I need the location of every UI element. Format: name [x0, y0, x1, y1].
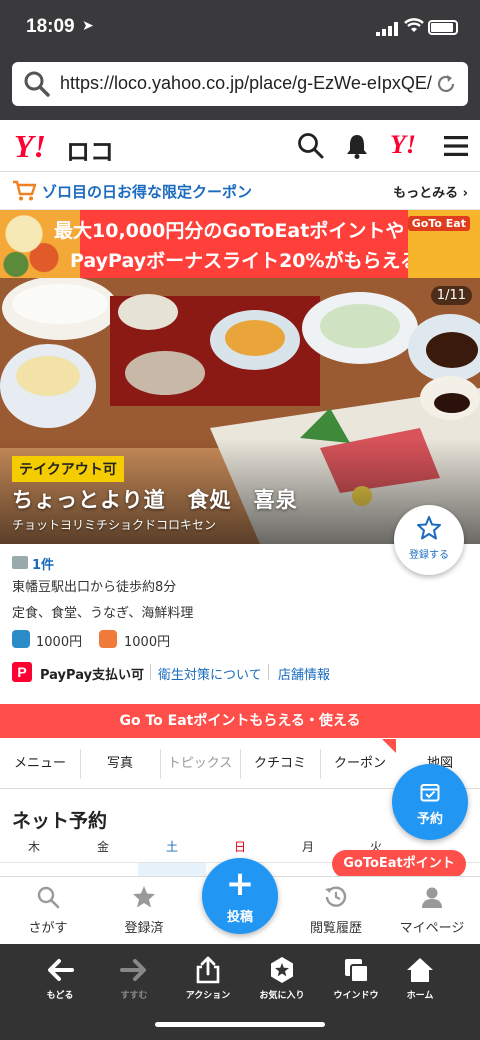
gotoeat-bar[interactable]: Go To Eatポイントもらえる・使える [0, 704, 480, 738]
nav-search[interactable]: さがす [0, 877, 96, 945]
toolbar-forward-label: すすむ [120, 991, 148, 1001]
saturday-column-highlight [138, 863, 206, 877]
url-text[interactable]: https://loco.yahoo.co.jp/place/g-EzWe-eI… [60, 73, 432, 94]
home-icon [407, 958, 433, 982]
nav-search-label: さがす [28, 921, 68, 936]
toolbar-back[interactable]: もどる [30, 954, 90, 1004]
tab-menu[interactable]: メニュー [0, 739, 80, 789]
coupon-more-link[interactable]: もっとみる › [393, 182, 468, 201]
site-header: Y! ロコ Y! [0, 120, 480, 172]
takeout-badge: テイクアウト可 [12, 456, 124, 482]
search-icon [24, 71, 50, 97]
star-icon [417, 516, 441, 540]
status-time: 18:09 [26, 16, 75, 37]
nav-mypage-label: マイページ [399, 921, 465, 936]
nav-mypage[interactable]: マイページ [384, 877, 480, 945]
tab-reviews[interactable]: クチコミ [240, 739, 320, 789]
shop-info-link[interactable]: 店舗情報 [278, 664, 330, 683]
tab-topics[interactable]: トピックス [160, 739, 240, 789]
shop-name-kana: チョットヨリミチショクドコロキセン [12, 518, 217, 532]
search-icon [37, 886, 60, 909]
nav-history-label: 閲覧履歴 [309, 921, 362, 936]
toolbar-action-label: アクション [185, 991, 231, 1001]
loco-logo-text[interactable]: ロコ [66, 132, 114, 167]
gotoeat-banner[interactable]: 最大10,000円分のGoToEatポイントや PayPayボーナスライト20%… [0, 210, 480, 278]
divider [268, 664, 269, 680]
wifi-icon [404, 18, 424, 32]
nav-saved[interactable]: 登録済 [96, 877, 192, 945]
signal-icon [376, 22, 398, 36]
home-indicator[interactable] [155, 1022, 325, 1027]
share-icon [196, 956, 220, 984]
toolbar-windows[interactable]: ウインドウ [326, 954, 386, 1004]
tab-corner-marker [382, 739, 396, 753]
nav-saved-label: 登録済 [124, 921, 164, 936]
status-bar: 18:09 ➤ [0, 0, 480, 56]
hygiene-link[interactable]: 衛生対策について [158, 664, 262, 683]
toolbar-windows-label: ウインドウ [333, 991, 379, 1001]
hero-photo[interactable]: 1/11 テイクアウト可 ちょっとより道 食処 喜泉 チョットヨリミチショクドコ… [0, 278, 480, 544]
user-icon [422, 887, 442, 908]
genre-text: 定食、食堂、うなぎ、海鮮料理 [12, 606, 194, 621]
browser-top-area: 18:09 ➤ https://loco.yahoo.co.jp/place/g… [0, 0, 480, 120]
day-label: 月 [301, 840, 314, 854]
cart-icon [13, 180, 36, 201]
divider [150, 664, 151, 680]
reserve-label: 予約 [416, 812, 443, 827]
coupon-strip[interactable]: ゾロ目の日お得な限定クーポン もっとみる › [0, 172, 480, 210]
toolbar-home-label: ホーム [406, 991, 434, 1001]
windows-icon [345, 959, 369, 983]
banner-line1: 最大10,000円分のGoToEatポイントや [54, 220, 405, 242]
plus-icon: + [225, 864, 255, 904]
star-icon [133, 886, 155, 908]
day-label-sunday: 日 [233, 840, 246, 854]
bell-icon[interactable] [343, 132, 371, 160]
back-arrow-icon [48, 959, 74, 981]
forward-arrow-icon [120, 959, 146, 981]
toolbar-home[interactable]: ホーム [390, 954, 450, 1004]
toolbar-bookmarks[interactable]: お気に入り [252, 954, 312, 1004]
search-icon[interactable] [297, 132, 325, 160]
post-button[interactable]: + 投稿 [202, 858, 278, 934]
banner-line2: PayPayボーナスライト20%がもらえる [70, 250, 419, 272]
lunch-price: 1000円 [124, 635, 171, 650]
url-bar[interactable]: https://loco.yahoo.co.jp/place/g-EzWe-eI… [12, 62, 468, 106]
reserve-button[interactable]: 予約 [392, 764, 468, 840]
battery-icon [428, 20, 458, 35]
toolbar-forward[interactable]: すすむ [104, 954, 164, 1004]
yahoo-japan-icon[interactable]: Y! [390, 130, 416, 160]
banner-gotoeat-badge: GoTo Eat [407, 216, 470, 231]
day-label: 金 [96, 840, 109, 854]
net-booking-title: ネット予約 [12, 810, 108, 832]
comment-icon [12, 556, 28, 569]
yahoo-logo[interactable]: Y! [14, 128, 46, 165]
paypay-label: PayPay支払い可 [40, 668, 145, 683]
menu-icon[interactable] [442, 132, 470, 160]
lunch-sun-icon [99, 630, 117, 648]
nav-history[interactable]: 閲覧履歴 [288, 877, 384, 945]
dinner-price: 1000円 [36, 635, 83, 650]
paypay-icon: P [12, 662, 32, 682]
toolbar-bookmarks-label: お気に入り [259, 991, 305, 1001]
shop-info: 1件 東幡豆駅出口から徒歩約8分 定食、食堂、うなぎ、海鮮料理 1000円 10… [0, 544, 480, 704]
toolbar-action[interactable]: アクション [178, 954, 238, 1004]
post-label: 投稿 [226, 910, 253, 925]
coupon-title[interactable]: ゾロ目の日お得な限定クーポン [42, 181, 252, 202]
access-text: 東幡豆駅出口から徒歩約8分 [12, 580, 177, 595]
bookmark-star-icon [271, 957, 293, 983]
tab-photos[interactable]: 写真 [80, 739, 160, 789]
review-count[interactable]: 1件 [32, 554, 54, 573]
day-label: 木 [27, 840, 40, 854]
photo-counter: 1/11 [430, 286, 472, 305]
day-label-saturday: 土 [165, 840, 178, 854]
gotoeat-point-pill[interactable]: GoToEatポイント [332, 850, 466, 884]
reload-icon[interactable] [434, 72, 458, 96]
shop-name: ちょっとより道 食処 喜泉 [12, 488, 298, 512]
toolbar-back-label: もどる [46, 991, 74, 1001]
location-arrow-icon: ➤ [82, 18, 94, 34]
calendar-check-icon [420, 784, 440, 802]
history-icon [325, 886, 347, 907]
dinner-moon-icon [12, 630, 30, 648]
